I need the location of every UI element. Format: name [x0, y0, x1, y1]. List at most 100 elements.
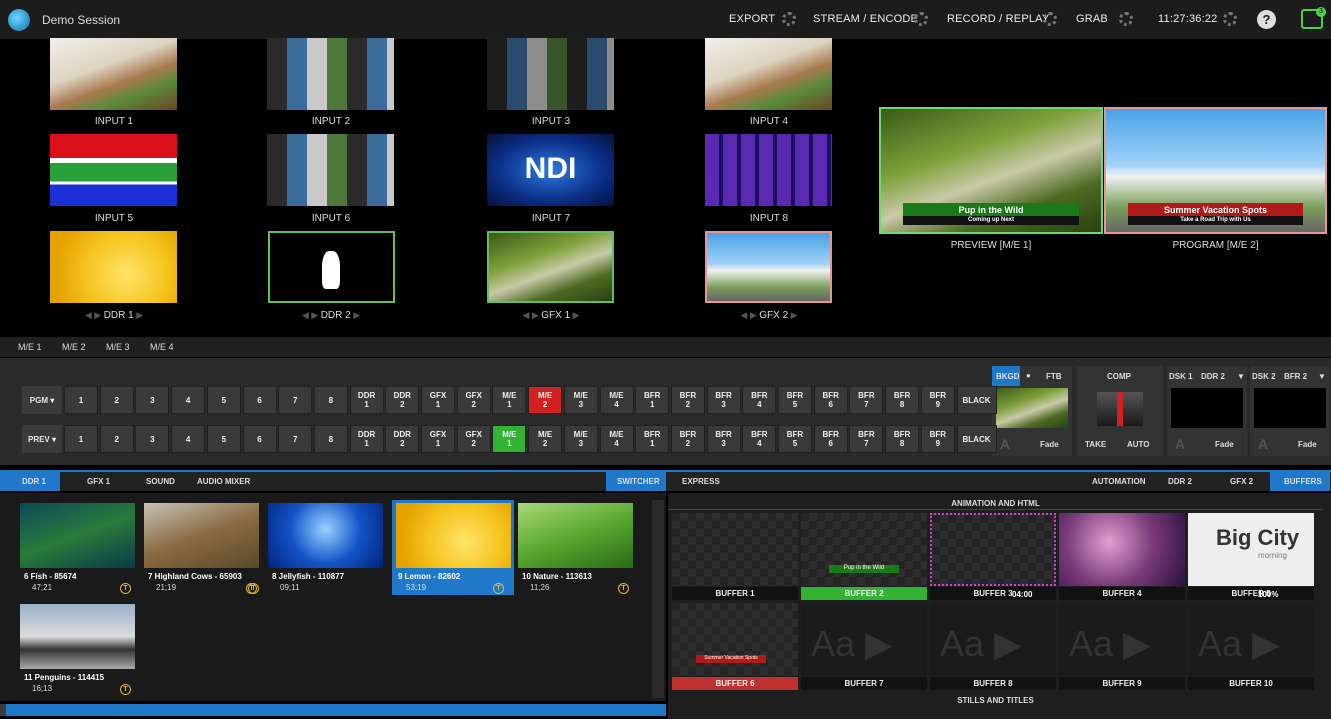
- stream-gear-icon[interactable]: [914, 12, 928, 26]
- dsk-1-a-icon[interactable]: A: [1175, 436, 1185, 452]
- tab-express[interactable]: EXPRESS: [682, 477, 720, 486]
- preview-monitor[interactable]: Pup in the Wild Coming up Next: [879, 107, 1103, 234]
- clip-timer-icon[interactable]: T: [120, 583, 131, 594]
- prev-button-1[interactable]: 1: [64, 425, 98, 453]
- tab-sound[interactable]: SOUND: [146, 477, 175, 486]
- dsk-2-label[interactable]: DSK 2: [1252, 372, 1276, 381]
- buffer-8-thumb[interactable]: Aa ▶: [930, 603, 1056, 676]
- dsk-2-a-icon[interactable]: A: [1258, 436, 1268, 452]
- pgm-button-bfr-5[interactable]: BFR 5: [778, 386, 812, 414]
- pgm-button-1[interactable]: 1: [64, 386, 98, 414]
- prev-button-2[interactable]: 2: [99, 425, 134, 453]
- clip-nature-thumb[interactable]: [518, 503, 633, 568]
- prev-button-4[interactable]: 4: [171, 425, 206, 453]
- program-monitor[interactable]: Summer Vacation Spots Take a Road Trip w…: [1104, 107, 1327, 234]
- input-3-monitor[interactable]: [487, 38, 614, 110]
- pgm-button-3[interactable]: 3: [135, 386, 170, 414]
- prev-button-ddr-2[interactable]: DDR 2: [385, 425, 420, 453]
- input-2-monitor[interactable]: [267, 38, 394, 110]
- pgm-button-8[interactable]: 8: [313, 386, 348, 414]
- clip-timer-icon[interactable]: T: [618, 583, 629, 594]
- tab-me-2[interactable]: M/E 2: [62, 342, 86, 352]
- buffer-9-label[interactable]: BUFFER 9: [1059, 677, 1185, 690]
- pgm-button-2[interactable]: 2: [99, 386, 134, 414]
- auto-button[interactable]: AUTO: [1127, 440, 1150, 449]
- dsk-2-select[interactable]: BFR 2: [1284, 372, 1307, 381]
- buffer-6-thumb[interactable]: Summer Vacation Spots: [672, 603, 798, 676]
- prev-button-ddr-1[interactable]: DDR 1: [349, 425, 384, 453]
- pgm-button-gfx-1[interactable]: GFX 1: [421, 386, 455, 414]
- bkgd-button[interactable]: BKGD: [996, 372, 1020, 381]
- dsk-2-dropdown-icon[interactable]: ▼: [1318, 372, 1326, 381]
- prev-button-bfr-7[interactable]: BFR 7: [849, 425, 884, 453]
- buffer-2-label[interactable]: BUFFER 2: [801, 587, 927, 600]
- pgm-button-4[interactable]: 4: [171, 386, 206, 414]
- prev-button-bfr-9[interactable]: BFR 9: [920, 425, 955, 453]
- prev-button-8[interactable]: 8: [313, 425, 348, 453]
- t-bar[interactable]: [1097, 392, 1143, 426]
- pgm-button-5[interactable]: 5: [206, 386, 241, 414]
- pgm-button-black[interactable]: BLACK: [956, 386, 997, 414]
- tab-audio-mixer[interactable]: AUDIO MIXER: [197, 477, 250, 486]
- dsk-1-select[interactable]: DDR 2: [1201, 372, 1225, 381]
- buffer-9-thumb[interactable]: Aa ▶: [1059, 603, 1185, 676]
- prev-button-m/e-2[interactable]: M/E 2: [528, 425, 563, 453]
- prev-button-bfr-3[interactable]: BFR 3: [706, 425, 741, 453]
- dsk-1-dropdown-icon[interactable]: ▼: [1237, 372, 1245, 381]
- pgm-button-m/e-1[interactable]: M/E 1: [492, 386, 527, 414]
- pgm-row-label[interactable]: PGM ▾: [22, 386, 62, 414]
- record-replay-button[interactable]: RECORD / REPLAY: [947, 13, 1049, 25]
- input-5-monitor[interactable]: [50, 134, 177, 206]
- prev-button-3[interactable]: 3: [135, 425, 170, 453]
- pgm-button-bfr-2[interactable]: BFR 2: [670, 386, 705, 414]
- dsk-1-fade[interactable]: Fade: [1215, 440, 1234, 449]
- tab-ddr-2[interactable]: DDR 2: [1168, 477, 1192, 486]
- export-gear-icon[interactable]: [782, 12, 796, 26]
- pgm-button-bfr-9[interactable]: BFR 9: [920, 386, 955, 414]
- buffer-5-thumb[interactable]: Big City morning: [1188, 513, 1314, 586]
- buffer-1-thumb[interactable]: [672, 513, 798, 586]
- pgm-button-m/e-4[interactable]: M/E 4: [599, 386, 634, 414]
- export-button[interactable]: EXPORT: [729, 13, 775, 25]
- ddr-1-monitor[interactable]: [50, 231, 177, 303]
- buffer-3-label[interactable]: BUFFER 3: [930, 587, 1056, 600]
- prev-button-gfx-1[interactable]: GFX 1: [421, 425, 455, 453]
- input-7-monitor[interactable]: NDI: [487, 134, 614, 206]
- pgm-button-ddr-1[interactable]: DDR 1: [349, 386, 384, 414]
- grab-button[interactable]: GRAB: [1076, 13, 1108, 25]
- clip-cows-thumb[interactable]: [144, 503, 259, 568]
- buffer-4-thumb[interactable]: [1059, 513, 1185, 586]
- tab-gfx-2[interactable]: GFX 2: [1230, 477, 1253, 486]
- buffer-6-label[interactable]: BUFFER 6: [672, 677, 798, 690]
- prev-button-m/e-4[interactable]: M/E 4: [599, 425, 634, 453]
- prev-button-bfr-2[interactable]: BFR 2: [670, 425, 705, 453]
- clock-gear-icon[interactable]: [1223, 12, 1237, 26]
- pgm-button-ddr-2[interactable]: DDR 2: [385, 386, 420, 414]
- record-gear-icon[interactable]: [1043, 12, 1057, 26]
- buffer-1-label[interactable]: BUFFER 1: [672, 587, 798, 600]
- input-4-monitor[interactable]: [705, 38, 832, 110]
- media-progress-fill[interactable]: [6, 704, 666, 716]
- tab-automation[interactable]: AUTOMATION: [1092, 477, 1145, 486]
- help-icon[interactable]: ?: [1257, 10, 1276, 29]
- prev-button-black[interactable]: BLACK: [956, 425, 997, 453]
- prev-button-bfr-8[interactable]: BFR 8: [885, 425, 920, 453]
- tab-gfx-1[interactable]: GFX 1: [87, 477, 110, 486]
- dsk-2-fade[interactable]: Fade: [1298, 440, 1317, 449]
- tab-me-4[interactable]: M/E 4: [150, 342, 174, 352]
- buffer-4-label[interactable]: BUFFER 4: [1059, 587, 1185, 600]
- bkgd-fade-label[interactable]: Fade: [1040, 440, 1059, 449]
- pgm-button-bfr-3[interactable]: BFR 3: [706, 386, 741, 414]
- tab-switcher[interactable]: SWITCHER: [617, 477, 660, 486]
- pgm-button-bfr-6[interactable]: BFR 6: [813, 386, 848, 414]
- prev-button-bfr-5[interactable]: BFR 5: [778, 425, 812, 453]
- prev-button-bfr-4[interactable]: BFR 4: [742, 425, 777, 453]
- take-button[interactable]: TAKE: [1085, 440, 1106, 449]
- prev-row-label[interactable]: PREV ▾: [22, 425, 62, 453]
- tab-me-3[interactable]: M/E 3: [106, 342, 130, 352]
- gfx-1-monitor[interactable]: [487, 231, 614, 303]
- gfx-2-monitor[interactable]: [705, 231, 832, 303]
- input-8-monitor[interactable]: [705, 134, 832, 206]
- dsk-1-label[interactable]: DSK 1: [1169, 372, 1193, 381]
- clip-fish-thumb[interactable]: [20, 503, 135, 568]
